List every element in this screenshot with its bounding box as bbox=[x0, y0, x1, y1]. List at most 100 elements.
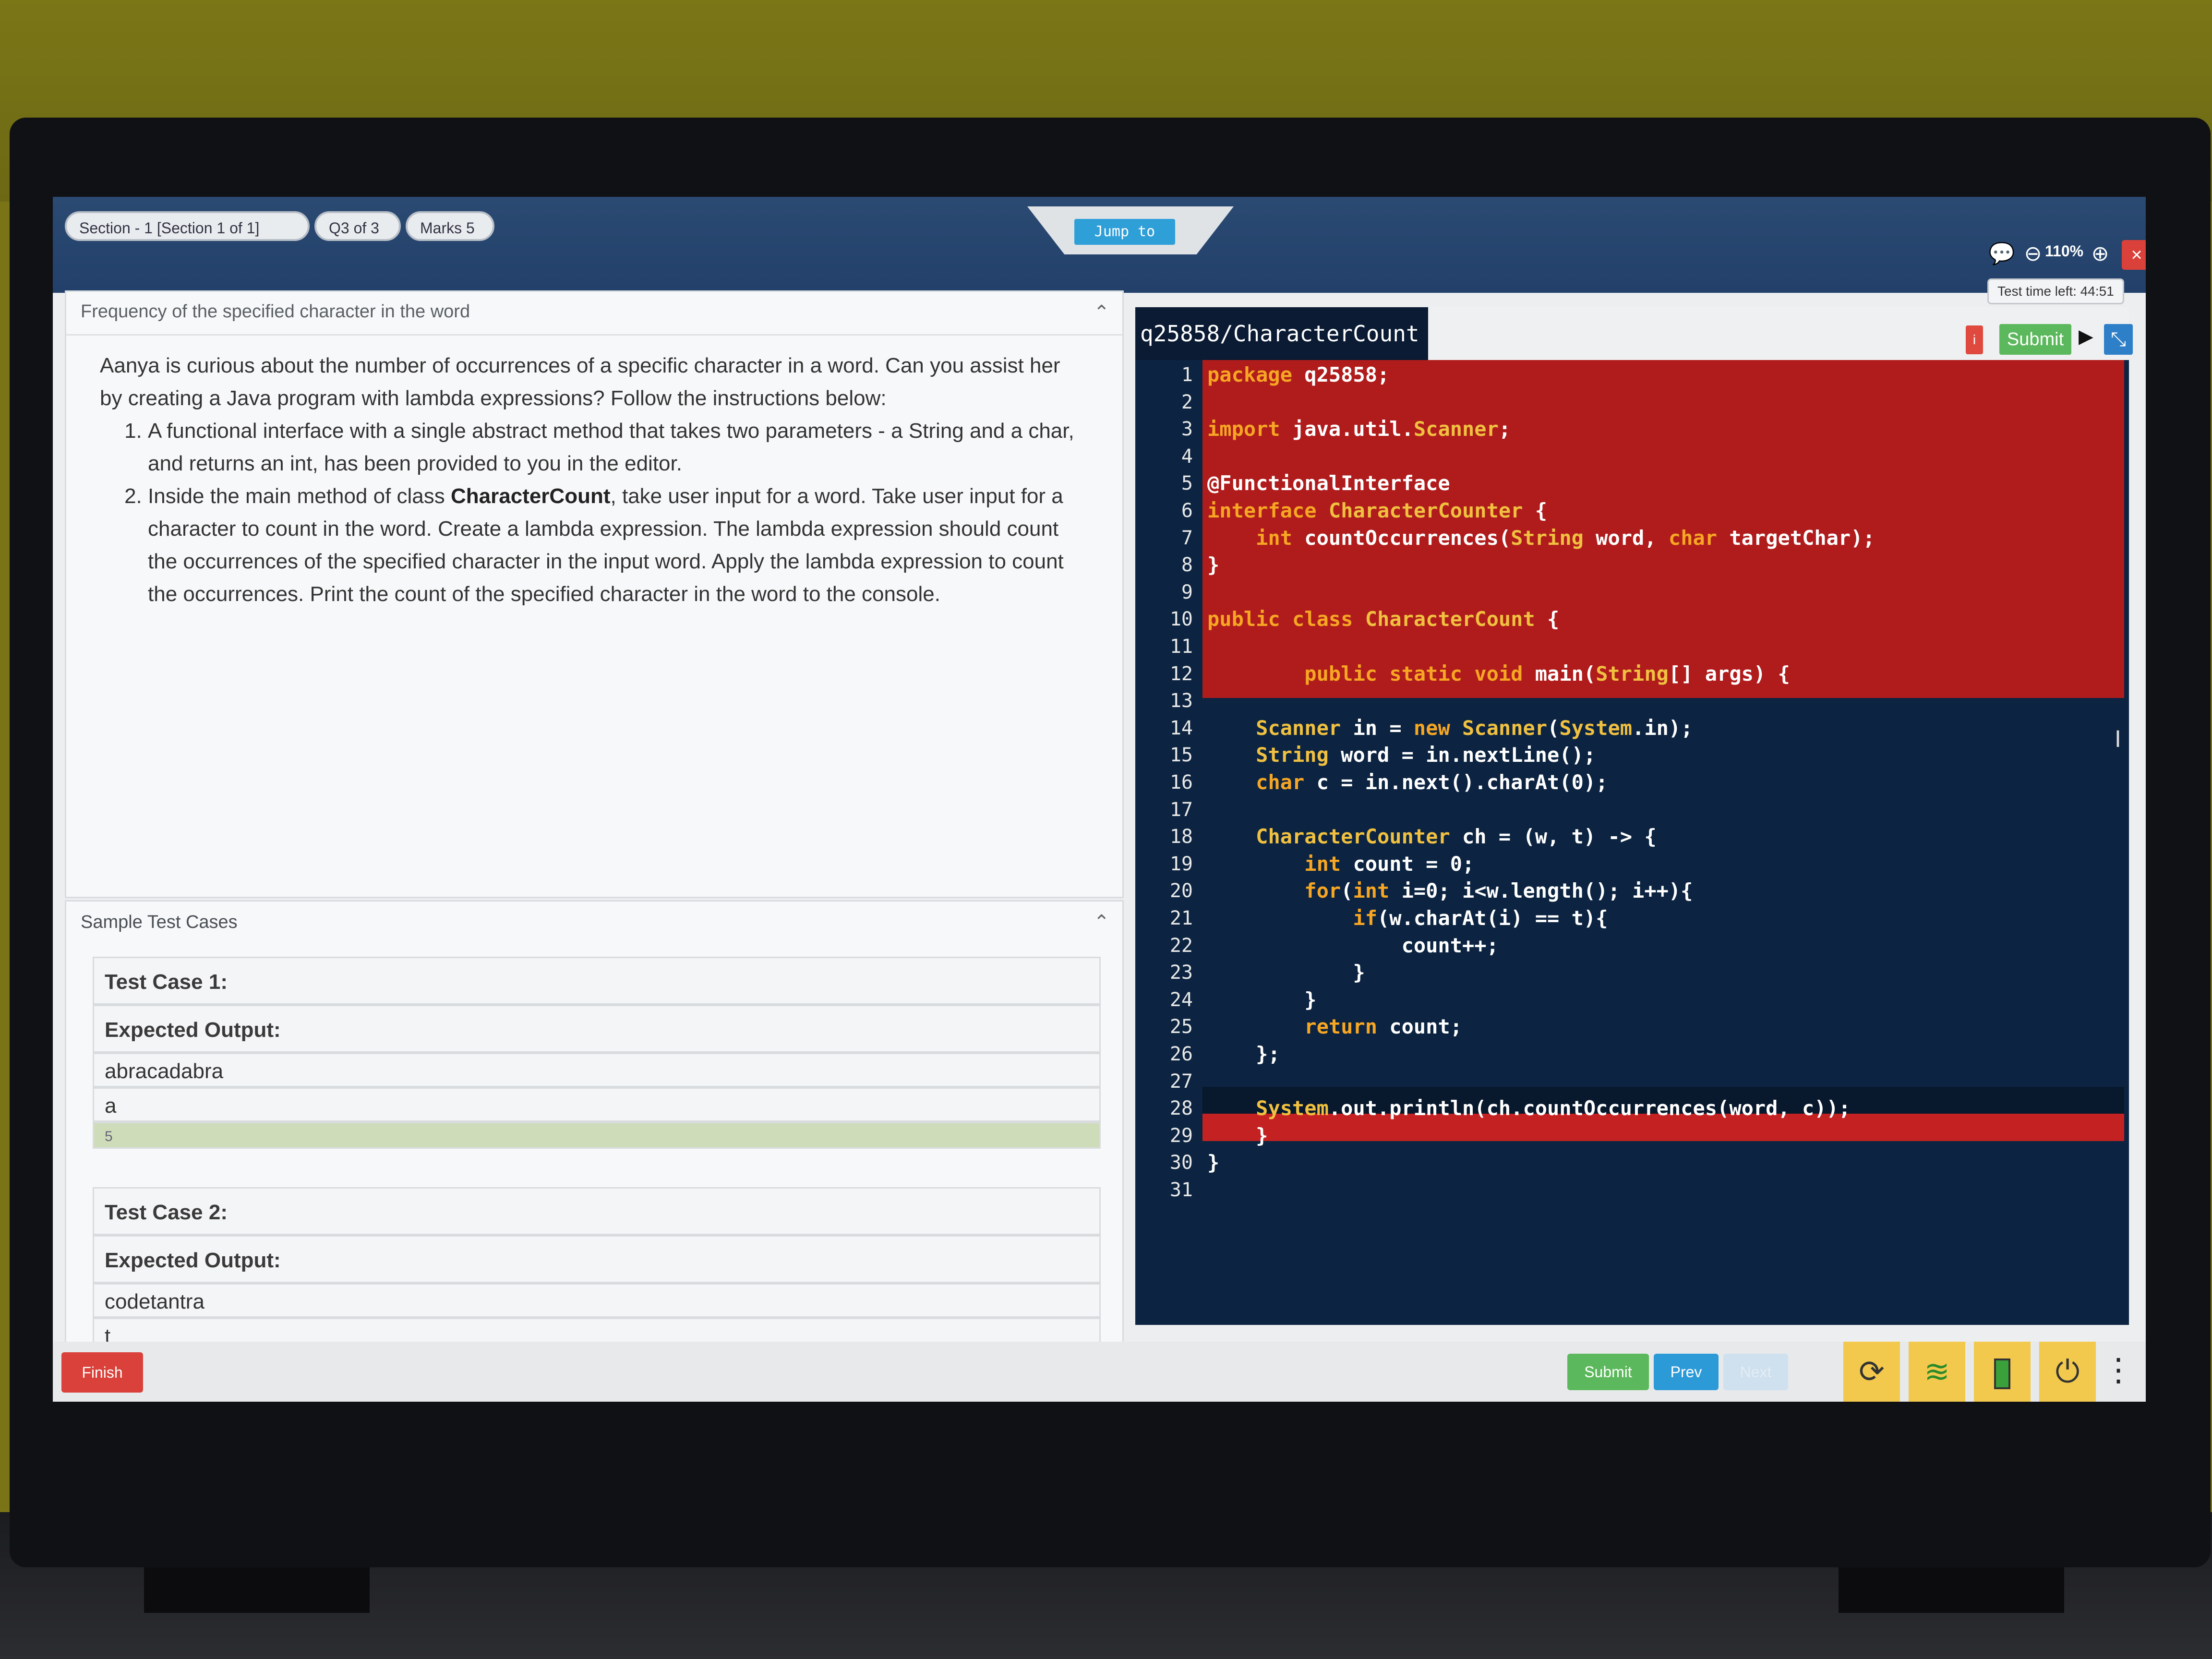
jump-to-button[interactable]: Jump to bbox=[1074, 219, 1175, 245]
test-case-1: Test Case 1: Expected Output: abracadabr… bbox=[93, 957, 1101, 1149]
code-line: String word = in.nextLine(); bbox=[1256, 743, 1596, 767]
line-number: 23 bbox=[1169, 962, 1193, 984]
class-name: CharacterCount bbox=[451, 484, 611, 508]
line-number: 10 bbox=[1169, 608, 1193, 631]
instruction-list: A functional interface with a single abs… bbox=[100, 415, 1084, 611]
sample-test-cases-title: Sample Test Cases bbox=[81, 912, 238, 932]
line-number: 24 bbox=[1169, 988, 1193, 1011]
section-pill[interactable]: Section - 1 [Section 1 of 1] bbox=[65, 211, 310, 241]
line-number-gutter: 1 2 3 4 5 6 7 8 9 10 11 12 13 14 15 16 17 18 19 20 21 22 23 24 2… bbox=[1135, 360, 1198, 1325]
collapse-chevron-icon[interactable]: ⌃ bbox=[1094, 301, 1110, 324]
line-number: 1 bbox=[1181, 364, 1193, 386]
code-line: interface CharacterCounter { bbox=[1207, 499, 1548, 522]
line-number: 13 bbox=[1169, 690, 1193, 712]
question-title: Frequency of the specified character in … bbox=[81, 301, 470, 322]
code-line: } bbox=[1207, 961, 1365, 985]
instruction-item: Inside the main method of class Characte… bbox=[148, 480, 1084, 611]
code-line: Scanner in = new Scanner(System.in); bbox=[1256, 716, 1693, 740]
code-line: @FunctionalInterface bbox=[1207, 471, 1450, 495]
bottom-bar: Finish Submit Prev Next ⟳ ≋ ⏻ ⋮ bbox=[53, 1342, 2146, 1402]
screen: Section - 1 [Section 1 of 1] Q3 of 3 Mar… bbox=[53, 197, 2146, 1402]
code-line: System.out.println(ch.countOccurrences(w… bbox=[1256, 1096, 1851, 1120]
instruction-text: A functional interface with a single abs… bbox=[148, 419, 1074, 475]
next-button[interactable]: Next bbox=[1723, 1354, 1788, 1390]
submit-button[interactable]: Submit bbox=[1567, 1354, 1649, 1390]
code-line: }; bbox=[1207, 1042, 1280, 1066]
code-line: return count; bbox=[1304, 1015, 1463, 1039]
test-case-label: Test Case 2: bbox=[93, 1187, 1101, 1235]
line-number: 22 bbox=[1169, 934, 1193, 957]
line-number: 7 bbox=[1181, 527, 1193, 549]
expand-icon[interactable]: ⤡ bbox=[2104, 324, 2133, 355]
test-input-word: codetantra bbox=[93, 1283, 1101, 1318]
editor-submit-button[interactable]: Submit bbox=[1999, 324, 2071, 355]
sample-test-cases-panel: Sample Test Cases ⌃ Test Case 1: Expecte… bbox=[65, 900, 1124, 1402]
line-number: 25 bbox=[1169, 1016, 1193, 1038]
expected-output-label: Expected Output: bbox=[93, 1005, 1101, 1053]
collapse-chevron-icon[interactable]: ⌃ bbox=[1094, 911, 1110, 933]
line-number: 31 bbox=[1169, 1179, 1193, 1201]
battery-icon[interactable] bbox=[1974, 1342, 2031, 1402]
zoom-level: 110% bbox=[2045, 242, 2084, 260]
question-body: Aanya is curious about the number of occ… bbox=[100, 349, 1084, 611]
instruction-item: A functional interface with a single abs… bbox=[148, 415, 1084, 480]
line-number: 2 bbox=[1181, 391, 1193, 413]
finish-button[interactable]: Finish bbox=[61, 1352, 143, 1393]
wifi-icon[interactable]: ≋ bbox=[1909, 1342, 1965, 1402]
file-tab[interactable]: q25858/CharacterCount bbox=[1135, 307, 1428, 360]
line-number: 12 bbox=[1169, 662, 1193, 685]
top-bar: Section - 1 [Section 1 of 1] Q3 of 3 Mar… bbox=[53, 197, 2146, 293]
expected-output-value: 5 bbox=[93, 1122, 1101, 1149]
code-line: public class CharacterCount { bbox=[1207, 607, 1560, 631]
more-options-icon[interactable]: ⋮ bbox=[2103, 1351, 2134, 1388]
expected-output-label: Expected Output: bbox=[93, 1235, 1101, 1283]
line-number: 29 bbox=[1169, 1124, 1193, 1147]
line-number: 8 bbox=[1181, 554, 1193, 577]
code-line: int count = 0; bbox=[1304, 852, 1475, 876]
code-line: } bbox=[1207, 553, 1220, 577]
text-cursor-icon: I bbox=[2115, 725, 2121, 752]
line-number: 14 bbox=[1169, 717, 1193, 739]
code-area[interactable]: package q25858; import java.util.Scanner;… bbox=[1207, 360, 2124, 1325]
line-number: 21 bbox=[1169, 907, 1193, 929]
zoom-in-icon[interactable]: ⊕ bbox=[2088, 241, 2112, 267]
question-intro: Aanya is curious about the number of occ… bbox=[100, 354, 1060, 410]
code-line: int countOccurrences(String word, char t… bbox=[1256, 526, 1875, 550]
refresh-icon[interactable]: ⟳ bbox=[1843, 1342, 1900, 1402]
prev-button[interactable]: Prev bbox=[1654, 1354, 1719, 1390]
line-number: 26 bbox=[1169, 1043, 1193, 1065]
line-number: 30 bbox=[1169, 1152, 1193, 1174]
code-line: } bbox=[1207, 987, 1317, 1011]
close-button[interactable]: × bbox=[2122, 240, 2146, 270]
test-case-label: Test Case 1: bbox=[93, 957, 1101, 1005]
test-input-char: a bbox=[93, 1087, 1101, 1122]
zoom-out-icon[interactable]: ⊖ bbox=[2021, 241, 2045, 267]
test-input-word: abracadabra bbox=[93, 1053, 1101, 1087]
code-line: } bbox=[1207, 1151, 1220, 1175]
play-icon[interactable]: ▶ bbox=[2079, 325, 2093, 348]
line-number: 27 bbox=[1169, 1070, 1193, 1093]
code-line: public static void main(String[] args) { bbox=[1304, 661, 1790, 685]
line-number: 15 bbox=[1169, 744, 1193, 767]
line-number: 6 bbox=[1181, 500, 1193, 522]
info-button[interactable]: i bbox=[1966, 325, 1983, 354]
time-left-badge: Test time left: 44:51 bbox=[1987, 278, 2124, 304]
question-pill[interactable]: Q3 of 3 bbox=[314, 211, 401, 241]
chat-icon[interactable]: 💬 bbox=[1987, 241, 2016, 267]
code-line: char c = in.next().charAt(0); bbox=[1256, 770, 1608, 794]
instruction-text: Inside the main method of class bbox=[148, 484, 451, 508]
line-number: 18 bbox=[1169, 826, 1193, 848]
code-line: count++; bbox=[1207, 933, 1499, 957]
line-number: 28 bbox=[1169, 1097, 1193, 1120]
question-panel: Frequency of the specified character in … bbox=[65, 290, 1124, 898]
line-number: 5 bbox=[1181, 472, 1193, 495]
code-line: } bbox=[1207, 1123, 1268, 1147]
line-number: 16 bbox=[1169, 771, 1193, 793]
power-icon[interactable]: ⏻ bbox=[2039, 1342, 2096, 1402]
line-number: 19 bbox=[1169, 853, 1193, 875]
code-line: CharacterCounter ch = (w, t) -> { bbox=[1256, 825, 1657, 849]
code-editor[interactable]: q25858/CharacterCount i Submit ▶ ⤡ 12345… bbox=[1135, 307, 2133, 1325]
code-line: if(w.charAt(i) == t){ bbox=[1353, 906, 1608, 930]
code-line: package q25858; bbox=[1207, 363, 1390, 386]
line-number: 4 bbox=[1181, 445, 1193, 468]
